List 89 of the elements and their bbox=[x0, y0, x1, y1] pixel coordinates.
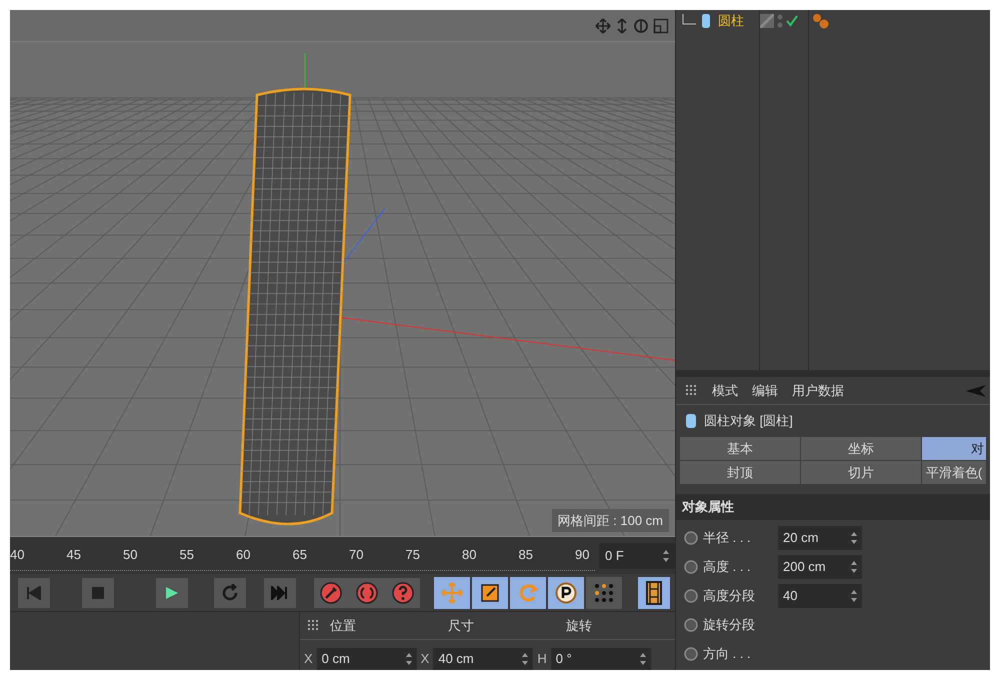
play-icon bbox=[165, 586, 179, 600]
tab[interactable]: 基本 bbox=[680, 437, 800, 460]
key-icon bbox=[320, 582, 342, 604]
previous-key-button[interactable] bbox=[18, 578, 50, 608]
object-name[interactable]: 圆柱 bbox=[718, 11, 756, 31]
step-back-icon bbox=[26, 586, 42, 600]
field-label: 半径 . . . bbox=[703, 528, 752, 547]
axis-label: X bbox=[304, 650, 313, 668]
frame-number: 70 bbox=[349, 546, 364, 564]
grip-icon bbox=[308, 620, 320, 632]
frame-number: 55 bbox=[180, 546, 194, 564]
move-icon[interactable] bbox=[595, 18, 611, 34]
value-field[interactable]: 40 bbox=[778, 584, 862, 608]
radio-icon[interactable] bbox=[684, 646, 698, 660]
stop-button[interactable] bbox=[82, 578, 114, 608]
value-field[interactable]: 20 cm bbox=[778, 526, 862, 550]
coordinate-field[interactable]: 0 ° bbox=[550, 648, 651, 670]
menu-item[interactable]: 编辑 bbox=[752, 380, 778, 400]
spinner-icon bbox=[851, 590, 857, 602]
frame-number: 65 bbox=[292, 546, 307, 564]
field-label: 旋转分段 bbox=[703, 616, 756, 634]
frame-field[interactable]: 0 F bbox=[599, 542, 675, 569]
tab[interactable]: 对 bbox=[922, 437, 986, 460]
spinner-icon bbox=[406, 653, 412, 665]
help-icon bbox=[392, 582, 414, 604]
tool-button[interactable] bbox=[548, 576, 584, 609]
tool-button[interactable] bbox=[472, 576, 508, 609]
frame-number: 50 bbox=[123, 546, 138, 564]
back-arrow-icon[interactable] bbox=[966, 384, 986, 396]
section-header: 对象属性 bbox=[676, 494, 990, 520]
radio-icon[interactable] bbox=[684, 588, 698, 602]
field-label: 高度 . . . bbox=[703, 558, 752, 576]
spinner-icon bbox=[851, 560, 857, 572]
coordinate-field[interactable]: 0 cm bbox=[316, 648, 417, 670]
skip-end-icon bbox=[271, 586, 289, 600]
spinner-icon bbox=[663, 550, 669, 562]
object-title: 圆柱对象 [圆柱] bbox=[704, 412, 793, 430]
timeline-button[interactable] bbox=[638, 576, 670, 609]
square-icon bbox=[92, 586, 104, 599]
frame-number: 40 bbox=[10, 546, 24, 564]
spinner-icon bbox=[640, 653, 646, 665]
column-header: 尺寸 bbox=[447, 616, 475, 635]
radio-icon[interactable] bbox=[684, 530, 698, 544]
check-icon[interactable] bbox=[786, 15, 798, 27]
window-icon[interactable] bbox=[653, 18, 669, 34]
value-field[interactable]: 200 cm bbox=[778, 554, 862, 578]
menu-item[interactable]: 用户数据 bbox=[792, 380, 844, 400]
dot-grid-icon bbox=[593, 582, 615, 604]
radio-icon[interactable] bbox=[684, 618, 698, 632]
move-icon bbox=[441, 582, 463, 604]
frame-number: 75 bbox=[406, 546, 420, 564]
column-header: 位置 bbox=[329, 616, 357, 635]
axis-label: X bbox=[420, 650, 430, 668]
tab[interactable]: 坐标 bbox=[801, 437, 921, 460]
radio-icon[interactable] bbox=[684, 560, 698, 574]
frame-number: 60 bbox=[236, 546, 250, 564]
scale-icon bbox=[479, 582, 501, 604]
frame-number: 80 bbox=[462, 546, 476, 564]
frame-number: 45 bbox=[66, 546, 81, 564]
column-header: 旋转 bbox=[565, 616, 593, 635]
record-icon bbox=[356, 582, 378, 604]
rotate-icon[interactable] bbox=[633, 18, 649, 34]
rotate-icon bbox=[517, 582, 539, 604]
menu-item[interactable]: 模式 bbox=[712, 380, 738, 400]
cylinder-icon bbox=[702, 14, 710, 28]
loop-icon bbox=[221, 584, 239, 602]
tab[interactable]: 平滑着色( bbox=[922, 461, 986, 484]
axis-label: H bbox=[537, 650, 547, 668]
tool-button[interactable] bbox=[586, 576, 622, 609]
grid-spacing-label: 网格间距 : 100 cm bbox=[552, 508, 669, 532]
visibility-dots-icon[interactable] bbox=[777, 14, 783, 28]
field-label: 高度分段 bbox=[703, 586, 756, 605]
p-circle-icon bbox=[555, 582, 577, 604]
cylinder-icon bbox=[686, 413, 696, 429]
spinner-icon bbox=[851, 532, 857, 544]
film-icon bbox=[646, 580, 662, 605]
play-button[interactable] bbox=[156, 578, 188, 608]
timeline-ruler[interactable]: 40 45 50 55 60 65 70 75 80 85 90 bbox=[10, 540, 595, 571]
frame-number: 85 bbox=[518, 546, 533, 564]
tab[interactable]: 切片 bbox=[801, 461, 921, 484]
loop-button[interactable] bbox=[214, 578, 246, 608]
arrows-icon[interactable] bbox=[615, 18, 629, 34]
field-label: 方向 . . . bbox=[703, 644, 752, 663]
frame-number: 90 bbox=[575, 546, 590, 564]
coordinate-field[interactable]: 40 cm bbox=[433, 648, 534, 670]
go-to-end-button[interactable] bbox=[264, 578, 296, 608]
tab[interactable]: 封顶 bbox=[680, 461, 800, 484]
spinner-icon bbox=[522, 653, 528, 665]
grip-icon bbox=[686, 384, 698, 396]
